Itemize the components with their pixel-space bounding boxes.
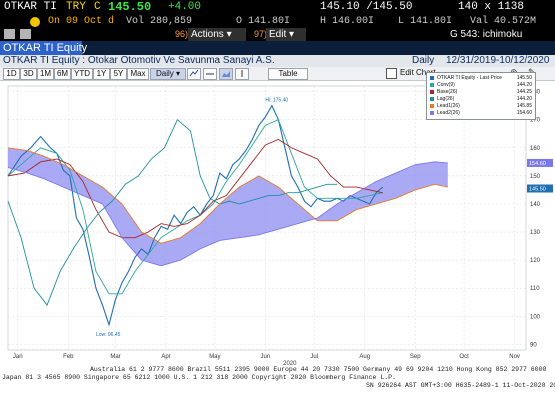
value-traded: Val 40.572M <box>470 16 537 27</box>
legend-series-name: Lead1(26) <box>437 103 460 109</box>
legend-series-name: Lag(26) <box>437 96 455 102</box>
high-annotation: Hi: 175.40 <box>265 97 288 103</box>
bar-style-icon[interactable] <box>235 68 249 80</box>
y-tick-label: 160 <box>530 146 541 152</box>
low-price: L 141.80I <box>398 16 453 27</box>
chart-legend[interactable]: OTKAR TI Equity - Last Price 145.50 Conv(9… <box>426 72 536 120</box>
line-style-icon[interactable] <box>203 68 217 80</box>
ichimoku-chart[interactable]: 90100110120130140150160170180JanFebMarAp… <box>0 80 555 366</box>
edit-menu[interactable]: Edit ▾ <box>266 28 306 41</box>
period-3d-button[interactable]: 3D <box>20 68 37 80</box>
x-tick-label: Jan <box>13 354 23 360</box>
function-toolbar: 96) Actions ▾ 97) Edit ▾ G 543: ichimoku <box>0 28 555 41</box>
legend-series-name: Conv(9) <box>437 82 455 88</box>
legend-item[interactable]: Lead1(26) 145.85 <box>430 103 534 109</box>
x-tick-label: Jun <box>261 354 271 360</box>
legend-swatch <box>430 76 434 80</box>
legend-item[interactable]: Conv(9) 144.20 <box>430 82 534 88</box>
period-1m-button[interactable]: 1M <box>37 68 54 80</box>
trade-date: On 09 Oct d <box>48 16 115 27</box>
period-5y-button[interactable]: 5Y <box>110 68 127 80</box>
period-max-button[interactable]: Max <box>127 68 149 80</box>
footer-line-3: SN 926264 AST GMT+3:00 H635-2489-1 11-Oc… <box>366 382 555 389</box>
legend-item[interactable]: Base(26) 144.25 <box>430 89 534 95</box>
high-price: H 146.00I <box>320 16 375 27</box>
footer-line-1: Australia 61 2 9777 8600 Brazil 5511 239… <box>90 366 547 373</box>
period-6m-button[interactable]: 6M <box>54 68 71 80</box>
copyright-footer: Australia 61 2 9777 8600 Brazil 5511 239… <box>0 366 555 400</box>
legend-series-value: 145.85 <box>516 103 532 109</box>
price-prefix: C <box>94 1 101 13</box>
quote-stats-row: On 09 Oct d Vol 280,859 O 141.80I H 146.… <box>0 16 555 28</box>
legend-swatch <box>430 90 434 94</box>
currency-label: TRY <box>66 1 86 13</box>
x-tick-label: Oct <box>459 354 469 360</box>
bid-ask-size: 140 x 1138 <box>458 1 525 13</box>
legend-series-name: Base(26) <box>437 89 458 95</box>
security-row: OTKAR TI Equity <box>0 41 555 55</box>
legend-series-value: 145.50 <box>516 75 532 81</box>
legend-swatch <box>430 97 434 101</box>
edit-chart-icon[interactable] <box>386 68 397 79</box>
price-change: +4.00 <box>168 1 202 13</box>
settings-icon[interactable] <box>4 29 15 39</box>
table-button[interactable]: Table <box>268 68 308 80</box>
x-tick-label: Sep <box>410 354 421 360</box>
security-name: OTKAR TI Equity <box>3 42 88 54</box>
y-tick-label: 100 <box>530 314 541 320</box>
period-1d-button[interactable]: 1D <box>3 68 20 80</box>
legend-swatch <box>430 111 434 115</box>
ticker-label[interactable]: OTKAR TI <box>4 2 57 13</box>
last-price: 145.50 <box>108 0 152 14</box>
x-tick-label: Apr <box>161 354 170 360</box>
legend-item[interactable]: Lag(26) 144.20 <box>430 96 534 102</box>
legend-item[interactable]: Lead2(26) 154.60 <box>430 110 534 116</box>
frequency-label: Daily <box>412 55 435 66</box>
x-tick-label: Nov <box>509 354 520 360</box>
legend-swatch <box>430 104 434 108</box>
print-icon[interactable] <box>20 29 31 39</box>
period-1y-button[interactable]: 1Y <box>93 68 110 80</box>
x-tick-label: Jul <box>310 354 318 360</box>
x-tick-label: May <box>209 354 220 360</box>
page-title: G 543: ichimoku <box>450 29 523 40</box>
last-price-marker-label: 145.50 <box>529 187 546 193</box>
legend-series-value: 154.60 <box>516 110 532 116</box>
low-annotation: Low: 96.45 <box>96 332 121 338</box>
bid-ask: 145.10 /145.50 <box>320 1 413 13</box>
security-field[interactable]: OTKAR TI Equity <box>0 41 87 55</box>
volume: Vol 280,859 <box>126 16 193 27</box>
y-tick-label: 150 <box>530 174 541 180</box>
x-tick-label: Aug <box>359 354 370 360</box>
footer-line-2: Japan 81 3 4565 8900 Singapore 65 6212 1… <box>2 374 396 381</box>
legend-series-value: 144.25 <box>516 89 532 95</box>
y-tick-label: 90 <box>530 342 537 348</box>
y-tick-label: 130 <box>530 230 541 236</box>
legend-swatch <box>430 83 434 87</box>
chart-type-icon[interactable] <box>187 68 201 80</box>
lead2-price-marker-label: 154.60 <box>529 161 546 167</box>
legend-item[interactable]: OTKAR TI Equity - Last Price 145.50 <box>430 75 534 81</box>
open-price: O 141.80I <box>236 16 291 27</box>
y-tick-label: 120 <box>530 258 541 264</box>
legend-series-value: 144.20 <box>516 82 532 88</box>
actions-menu-label: Actions ▾ <box>191 29 232 40</box>
x-tick-label: Feb <box>63 354 74 360</box>
quote-header-row: OTKAR TI TRY C 145.50 +4.00 145.10 /145.… <box>0 0 555 16</box>
market-status-icon <box>30 17 40 27</box>
y-tick-label: 110 <box>530 286 540 292</box>
frequency-dropdown[interactable]: Daily ▾ <box>150 68 186 80</box>
legend-series-name: OTKAR TI Equity - Last Price <box>437 75 502 81</box>
x-tick-label: Mar <box>110 354 120 360</box>
actions-menu[interactable]: Actions ▾ <box>188 28 246 41</box>
edit-menu-label: Edit ▾ <box>269 29 295 40</box>
legend-series-value: 144.20 <box>516 96 532 102</box>
mountain-style-icon[interactable] <box>219 68 233 80</box>
legend-series-name: Lead2(26) <box>437 110 460 116</box>
y-tick-label: 140 <box>530 202 541 208</box>
date-range[interactable]: 12/31/2019-10/12/2020 <box>446 56 549 66</box>
period-ytd-button[interactable]: YTD <box>71 68 93 80</box>
actions-number: 96) <box>175 29 189 39</box>
security-description: OTKAR TI Equity : Otokar Otomotiv Ve Sav… <box>3 55 275 66</box>
